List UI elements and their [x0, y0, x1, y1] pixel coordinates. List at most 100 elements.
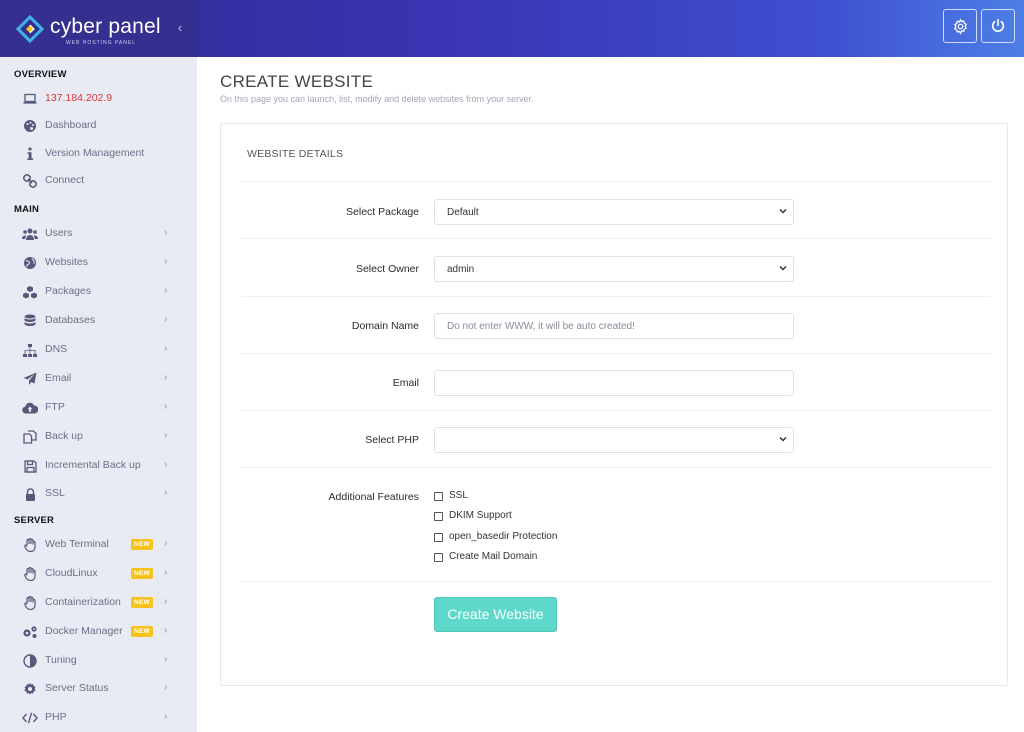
sidebar-item-dashboard[interactable]: Dashboard — [0, 113, 197, 139]
sidebar-item-label: SSL — [45, 487, 65, 499]
sidebar-item-cloudlinux[interactable]: CloudLinux NEW › — [0, 561, 197, 587]
owner-select[interactable]: admin — [434, 256, 794, 282]
chevron-right-icon: › — [164, 567, 168, 578]
power-icon — [991, 18, 1005, 32]
email-label: Email — [392, 377, 419, 389]
package-select[interactable]: Default — [434, 199, 794, 225]
chevron-down-icon — [779, 208, 787, 214]
checkbox-label: DKIM Support — [449, 510, 512, 521]
divider — [241, 581, 991, 582]
cloud-upload-icon — [22, 400, 38, 416]
divider — [241, 296, 991, 297]
sidebar-item-label: Packages — [45, 285, 92, 297]
cyberpanel-logo-icon — [16, 15, 44, 43]
chevron-right-icon: › — [164, 430, 168, 441]
package-select-value: Default — [447, 207, 479, 218]
sidebar-item-label: Web Terminal — [45, 538, 109, 550]
cogs-icon — [22, 624, 38, 640]
chevron-right-icon: › — [164, 227, 168, 238]
copy-icon — [22, 429, 38, 445]
chevron-right-icon: › — [164, 285, 168, 296]
divider — [241, 467, 991, 468]
page-subtitle: On this page you can launch, list, modif… — [220, 94, 534, 104]
sidebar-item-server-ip[interactable]: 137.184.202.9 — [0, 86, 197, 112]
php-select[interactable] — [434, 427, 794, 453]
database-icon — [22, 313, 38, 329]
sidebar-item-connect[interactable]: Connect — [0, 168, 197, 194]
sidebar-item-version-management[interactable]: Version Management — [0, 141, 197, 167]
package-label: Select Package — [346, 206, 419, 218]
sidebar-item-label: Incremental Back up — [45, 459, 141, 471]
adjust-icon — [22, 653, 38, 669]
card-title: WEBSITE DETAILS — [247, 148, 344, 160]
users-icon — [22, 226, 38, 242]
checkbox-box[interactable] — [434, 533, 443, 542]
sidebar-item-incremental-backup[interactable]: Incremental Back up › — [0, 453, 197, 479]
sidebar-section-server: SERVER — [14, 515, 55, 526]
owner-select-value: admin — [447, 264, 475, 275]
sitemap-icon — [22, 342, 38, 358]
sidebar-item-dns[interactable]: DNS › — [0, 337, 197, 363]
sidebar-item-label: Back up — [45, 430, 83, 442]
sidebar-section-main: MAIN — [14, 204, 40, 215]
globe-icon — [22, 255, 38, 271]
chevron-right-icon: › — [164, 625, 168, 636]
sidebar-item-containerization[interactable]: Containerization NEW › — [0, 590, 197, 616]
divider — [241, 410, 991, 411]
checkbox-box[interactable] — [434, 553, 443, 562]
sidebar-item-databases[interactable]: Databases › — [0, 308, 197, 334]
info-icon — [22, 146, 38, 162]
create-website-button[interactable]: Create Website — [434, 597, 557, 632]
sidebar-item-php[interactable]: PHP › — [0, 705, 197, 731]
owner-label: Select Owner — [355, 263, 419, 275]
new-badge: NEW — [131, 539, 154, 550]
top-header: cyber panel WEB HOSTING PANEL ‹ — [0, 0, 1024, 57]
sidebar-item-backup[interactable]: Back up › — [0, 424, 197, 450]
settings-button[interactable] — [943, 9, 977, 43]
checkbox-box[interactable] — [434, 492, 443, 501]
new-badge: NEW — [131, 597, 154, 608]
chevron-right-icon: › — [164, 711, 168, 722]
php-label: Select PHP — [365, 434, 419, 446]
chevron-right-icon: › — [164, 256, 168, 267]
sidebar-item-server-status[interactable]: Server Status › — [0, 676, 197, 702]
sidebar-item-docker-manager[interactable]: Docker Manager NEW › — [0, 619, 197, 645]
sidebar-item-label: Websites — [45, 256, 88, 268]
sidebar-item-label: Version Management — [45, 147, 145, 159]
sidebar-item-users[interactable]: Users › — [0, 221, 197, 247]
checkbox-label: Create Mail Domain — [449, 551, 538, 562]
email-input[interactable] — [434, 370, 794, 396]
sidebar-item-label: Connect — [45, 174, 85, 186]
chevron-down-icon — [779, 436, 787, 442]
chevron-right-icon: › — [164, 372, 168, 383]
sidebar-collapse-button[interactable]: ‹ — [174, 20, 186, 36]
chevron-right-icon: › — [164, 343, 168, 354]
sidebar-item-email[interactable]: Email › — [0, 366, 197, 392]
sidebar-item-tuning[interactable]: Tuning › — [0, 648, 197, 674]
features-label: Additional Features — [328, 491, 419, 503]
page-title: CREATE WEBSITE — [220, 72, 374, 91]
save-icon — [22, 458, 38, 474]
checkbox-label: open_basedir Protection — [449, 531, 558, 542]
chevron-right-icon: › — [164, 682, 168, 693]
divider — [241, 353, 991, 354]
sidebar-item-websites[interactable]: Websites › — [0, 250, 197, 276]
checkbox-box[interactable] — [434, 512, 443, 521]
sidebar-item-label: PHP — [45, 711, 67, 723]
sidebar-item-label: Dashboard — [45, 119, 97, 131]
cubes-icon — [22, 284, 38, 300]
sidebar-item-ssl[interactable]: SSL › — [0, 481, 197, 507]
chevron-down-icon — [779, 265, 787, 271]
logout-button[interactable] — [981, 9, 1015, 43]
sidebar-section-overview: OVERVIEW — [14, 69, 67, 80]
hand-icon — [22, 595, 38, 611]
sidebar-item-packages[interactable]: Packages › — [0, 279, 197, 305]
sidebar-item-label: CloudLinux — [45, 567, 98, 579]
brand-tagline: WEB HOSTING PANEL — [66, 40, 136, 46]
paper-plane-icon — [22, 371, 38, 387]
sidebar-item-label: Docker Manager — [45, 625, 123, 637]
sidebar-item-web-terminal[interactable]: Web Terminal NEW › — [0, 532, 197, 558]
sidebar-item-ftp[interactable]: FTP › — [0, 395, 197, 421]
gear-icon — [953, 17, 967, 35]
domain-name-input[interactable]: Do not enter WWW, it will be auto create… — [434, 313, 794, 339]
